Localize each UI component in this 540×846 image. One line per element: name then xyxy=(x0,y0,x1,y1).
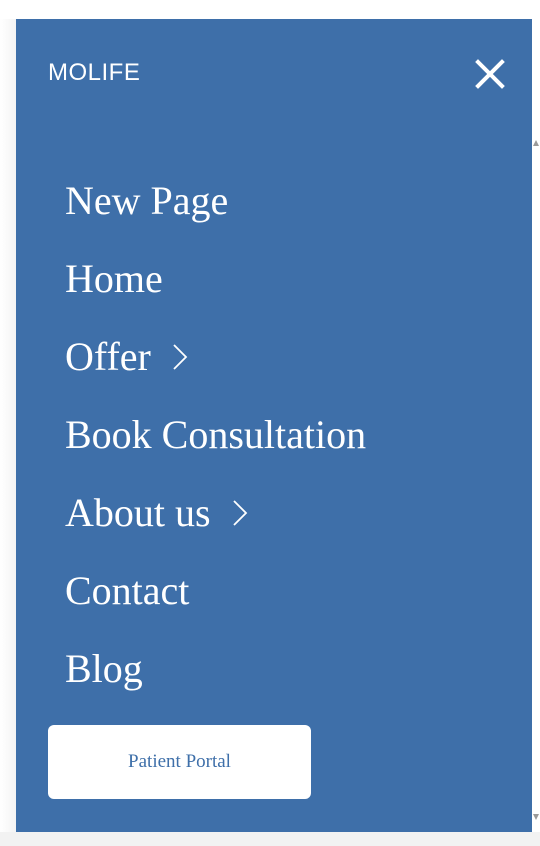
nav-item-label: Blog xyxy=(65,646,143,691)
nav-item-new-page[interactable]: New Page xyxy=(65,162,366,240)
nav-item-label: Offer xyxy=(65,334,151,379)
chevron-right-icon[interactable] xyxy=(231,499,249,527)
scroll-up-icon[interactable] xyxy=(533,140,539,146)
nav-item-offer[interactable]: Offer xyxy=(65,318,366,396)
page-edge xyxy=(0,19,16,832)
nav-item-label: Book Consultation xyxy=(65,412,367,457)
nav-item-book-consultation[interactable]: Book Consultation xyxy=(65,396,366,474)
close-button[interactable] xyxy=(471,55,509,93)
nav-item-home[interactable]: Home xyxy=(65,240,366,318)
chevron-right-icon[interactable] xyxy=(171,343,189,371)
page: MOLIFE New Page Home Offer Book Consulta… xyxy=(0,0,540,846)
scrollbar[interactable] xyxy=(532,128,540,832)
nav-item-label: Home xyxy=(65,256,163,301)
nav-item-blog[interactable]: Blog xyxy=(65,630,366,708)
nav-item-label: Contact xyxy=(65,568,190,613)
scroll-down-icon[interactable] xyxy=(533,814,539,820)
page-bottom-edge xyxy=(0,832,540,846)
nav-item-about-us[interactable]: About us xyxy=(65,474,366,552)
nav-item-label: About us xyxy=(65,490,211,535)
brand-logo[interactable]: MOLIFE xyxy=(48,59,140,87)
nav-item-contact[interactable]: Contact xyxy=(65,552,366,630)
patient-portal-button[interactable]: Patient Portal xyxy=(48,725,311,799)
nav-item-label: New Page xyxy=(65,178,229,223)
close-icon xyxy=(475,59,505,89)
main-nav: New Page Home Offer Book Consultation Ab… xyxy=(65,162,366,708)
mobile-menu-panel: MOLIFE New Page Home Offer Book Consulta… xyxy=(16,19,532,832)
